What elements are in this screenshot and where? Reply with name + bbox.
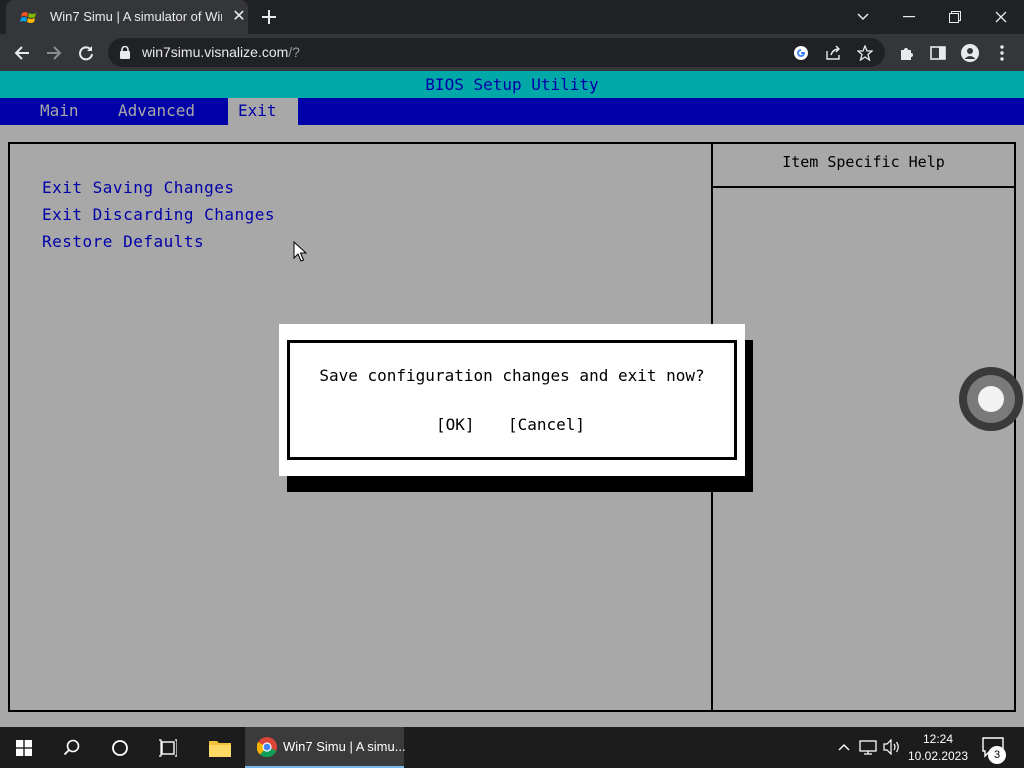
win7-favicon-icon xyxy=(20,12,36,23)
cancel-button[interactable]: [Cancel] xyxy=(508,415,585,434)
help-divider xyxy=(713,186,1014,188)
network-icon[interactable] xyxy=(858,737,878,757)
volume-icon[interactable] xyxy=(882,737,902,757)
side-panel-icon[interactable] xyxy=(925,40,951,66)
mouse-cursor-icon xyxy=(293,241,307,262)
help-title: Item Specific Help xyxy=(782,153,945,171)
bios-title: BIOS Setup Utility xyxy=(0,71,1024,98)
menu-kebab-icon[interactable] xyxy=(989,40,1015,66)
restore-icon[interactable] xyxy=(932,0,978,34)
windows-start-icon[interactable] xyxy=(0,727,48,768)
forward-icon[interactable] xyxy=(41,40,67,66)
dialog-message: Save configuration changes and exit now? xyxy=(319,366,705,385)
share-icon[interactable] xyxy=(823,43,843,63)
option-exit-discarding[interactable]: Exit Discarding Changes xyxy=(42,205,275,224)
new-tab-icon[interactable] xyxy=(258,6,280,28)
clock-date: 10.02.2023 xyxy=(907,749,969,763)
tab-search-icon[interactable] xyxy=(840,0,886,34)
lock-icon[interactable] xyxy=(120,46,130,59)
search-icon[interactable] xyxy=(48,727,96,768)
bios-menubar: Main Advanced Exit xyxy=(0,98,1024,125)
extensions-icon[interactable] xyxy=(893,40,919,66)
cortana-icon[interactable] xyxy=(96,727,144,768)
option-restore-defaults[interactable]: Restore Defaults xyxy=(42,232,204,251)
ok-button[interactable]: [OK] xyxy=(436,415,475,434)
menu-advanced[interactable]: Advanced xyxy=(108,98,205,125)
minimize-icon[interactable] xyxy=(886,0,932,34)
browser-toolbar: win7simu.visnalize.com/? xyxy=(0,34,1024,71)
task-view-icon[interactable] xyxy=(144,727,192,768)
taskbar-chrome-app[interactable]: Win7 Simu | A simu... xyxy=(245,727,406,768)
option-exit-saving[interactable]: Exit Saving Changes xyxy=(42,178,235,197)
notification-count-badge: 3 xyxy=(988,746,1006,764)
taskbar-app-label: Win7 Simu | A simu... xyxy=(283,739,406,754)
tab-strip: Win7 Simu | A simulator of Windows ✕ xyxy=(0,0,1024,34)
system-clock[interactable]: 12:24 10.02.2023 xyxy=(905,731,971,765)
profile-icon[interactable] xyxy=(957,40,983,66)
chrome-icon xyxy=(257,737,277,757)
close-window-icon[interactable] xyxy=(978,0,1024,34)
file-explorer-icon[interactable] xyxy=(196,727,244,768)
tab-close-icon[interactable]: ✕ xyxy=(230,8,248,26)
address-bar[interactable]: win7simu.visnalize.com/? xyxy=(108,38,885,67)
browser-tab[interactable]: Win7 Simu | A simulator of Windows ✕ xyxy=(6,0,248,34)
bookmark-star-icon[interactable] xyxy=(855,43,875,63)
google-icon[interactable] xyxy=(791,43,811,63)
back-icon[interactable] xyxy=(9,40,35,66)
menu-exit[interactable]: Exit xyxy=(228,98,298,125)
chevron-up-icon[interactable] xyxy=(834,737,854,757)
url-text[interactable]: win7simu.visnalize.com/? xyxy=(142,44,300,60)
menu-main[interactable]: Main xyxy=(30,98,89,125)
confirm-dialog: Save configuration changes and exit now?… xyxy=(279,324,745,476)
clock-time: 12:24 xyxy=(922,732,954,746)
reload-icon[interactable] xyxy=(73,40,99,66)
tab-title: Win7 Simu | A simulator of Windows xyxy=(50,9,222,24)
bios-screen: BIOS Setup Utility Main Advanced Exit It… xyxy=(0,71,1024,727)
floating-assist-button[interactable] xyxy=(959,367,1023,431)
dialog-frame: Save configuration changes and exit now?… xyxy=(287,340,737,460)
taskbar: Win7 Simu | A simu... 12:24 10.02.2023 3 xyxy=(0,727,1024,768)
